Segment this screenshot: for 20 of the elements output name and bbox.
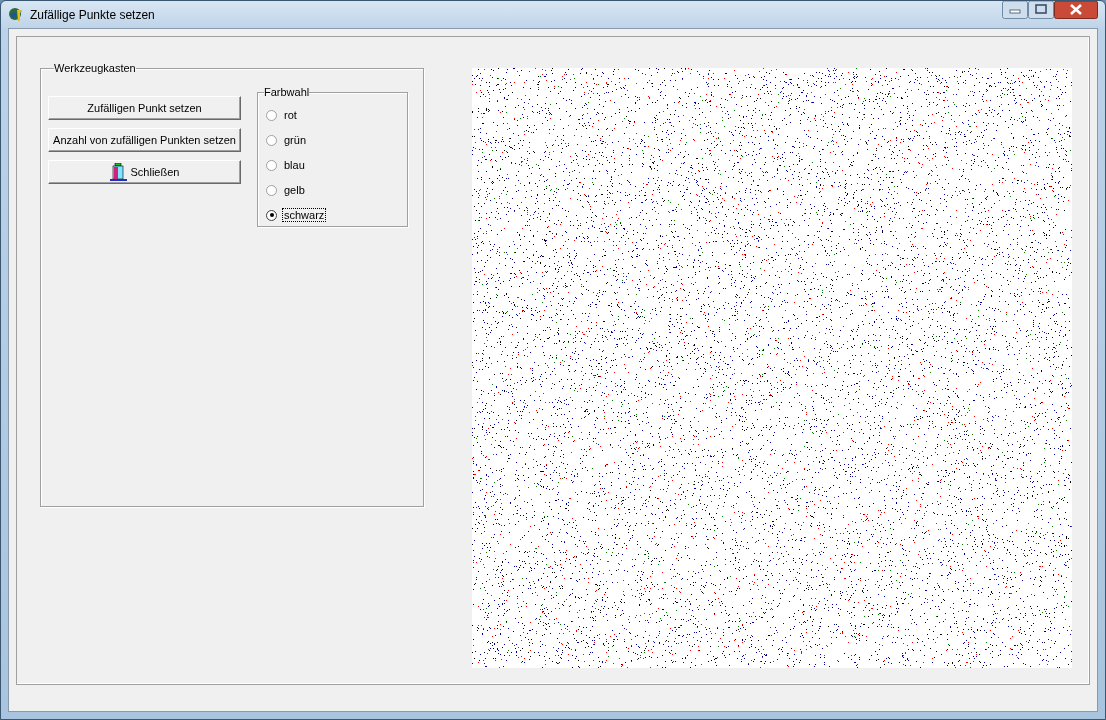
action-button[interactable]: Anzahl von zufälligen Punkten setzen <box>48 128 241 152</box>
radio-button[interactable] <box>266 159 277 171</box>
group-title: Werkzeugkasten <box>54 62 136 74</box>
radio-button[interactable] <box>266 209 277 221</box>
radio-label[interactable]: rot <box>282 108 299 122</box>
action-button[interactable]: Zufälligen Punkt setzen <box>48 96 241 120</box>
group-title: Farbwahl <box>264 86 310 98</box>
maximize-button[interactable] <box>1028 1 1054 19</box>
minimize-button[interactable] <box>1002 1 1028 19</box>
radio-label[interactable]: grün <box>282 133 309 147</box>
close-window-button[interactable]: Schließen <box>48 160 241 184</box>
radio-button[interactable] <box>266 184 277 196</box>
window-title: Zufällige Punkte setzen <box>30 7 155 22</box>
radio-button[interactable] <box>266 134 277 146</box>
radio-label[interactable]: gelb <box>282 183 307 197</box>
radio-label[interactable]: blau <box>282 158 307 172</box>
app-icon <box>8 6 24 23</box>
radio-label[interactable]: schwarz <box>282 208 327 222</box>
close-button[interactable] <box>1054 1 1098 19</box>
radio-button[interactable] <box>266 109 277 121</box>
